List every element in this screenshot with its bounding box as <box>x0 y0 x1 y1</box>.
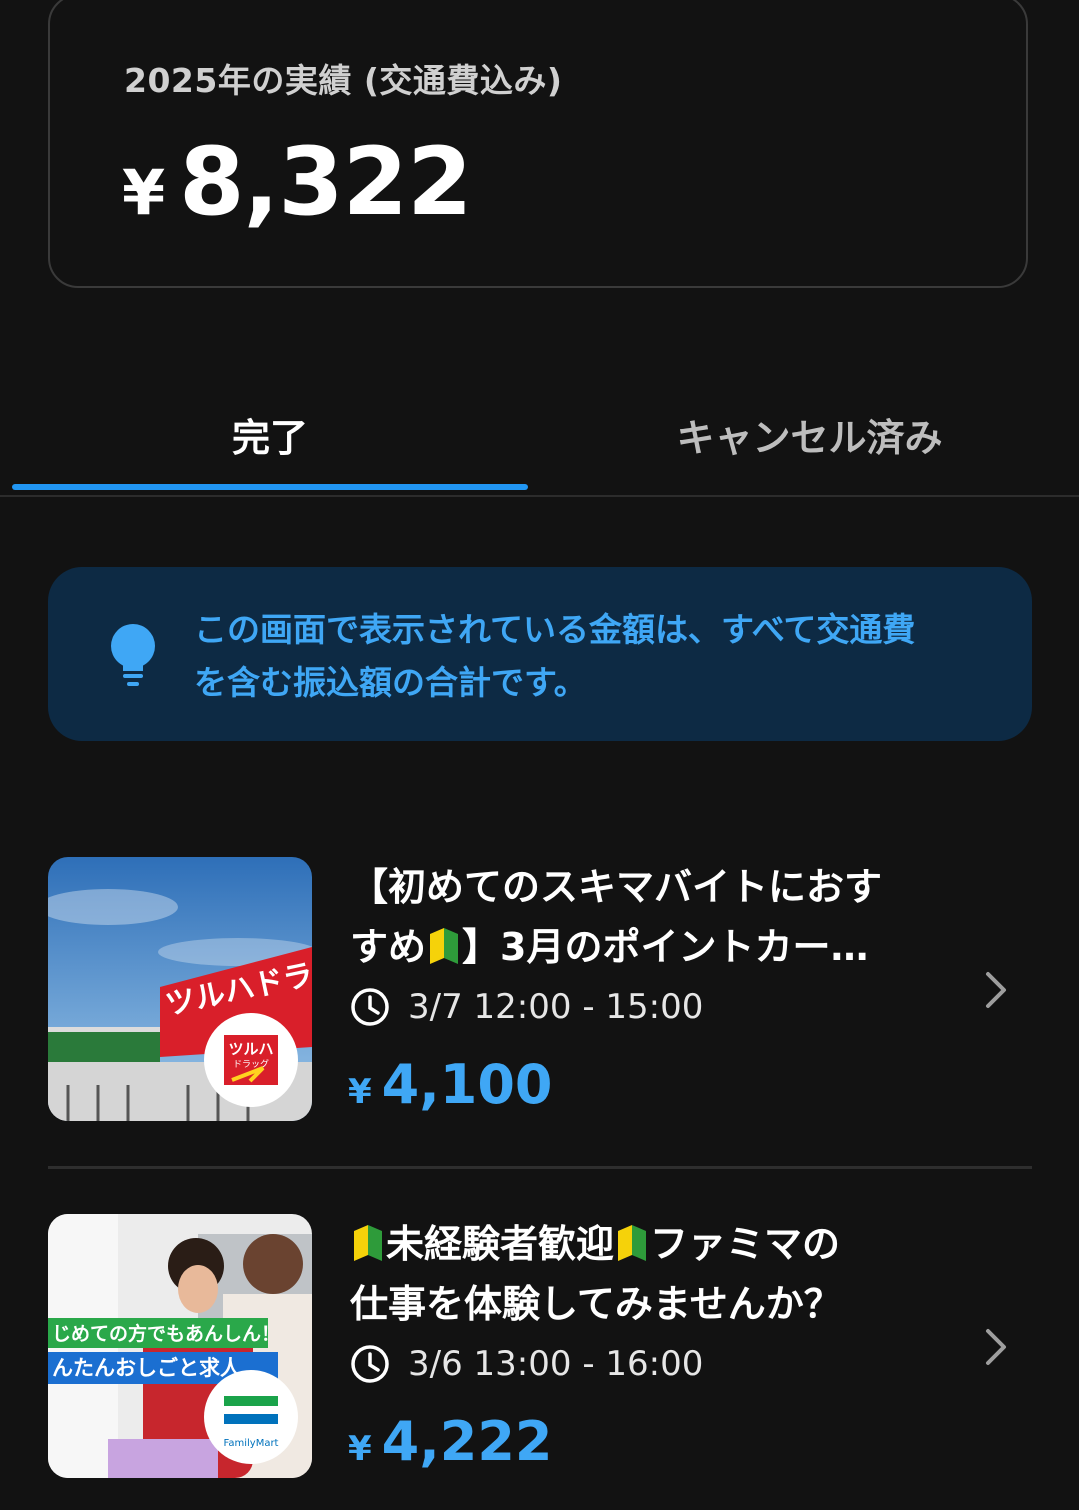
job-title-part: 【初めてのスキマバイトにおす <box>350 865 883 909</box>
thumb-banner-2: んたんおしごと求人 <box>52 1356 241 1380</box>
tab-cancelled[interactable]: キャンセル済み <box>540 380 1079 488</box>
job-title-part: 未経験者歓迎 <box>386 1222 615 1266</box>
thumb-banner-1: じめての方でもあんしん！ <box>52 1322 280 1345</box>
info-text-line1: この画面で表示されている金額は、すべて交通費 <box>194 610 916 649</box>
beginner-mark-icon <box>430 928 459 964</box>
tab-active-indicator <box>12 484 528 490</box>
info-text: この画面で表示されている金額は、すべて交通費 を含む振込額の合計です。 <box>194 603 984 709</box>
job-pay-value: 4,100 <box>381 1053 553 1116</box>
beginner-mark-icon <box>618 1225 647 1261</box>
clock-icon <box>351 988 389 1026</box>
summary-amount-value: 8,322 <box>179 128 472 237</box>
job-title: 未経験者歓迎 ファミマの 仕事を体験してみませんか？ <box>350 1214 960 1334</box>
job-time: 3/7 12:00 - 15:00 <box>350 987 703 1027</box>
job-pay-value: 4,222 <box>381 1410 553 1473</box>
summary-label: 2025年の実績 (交通費込み) <box>124 61 563 100</box>
job-thumbnail: ツルハドラッグ ツルハ ドラッグ <box>48 857 312 1121</box>
chevron-right-icon[interactable] <box>984 1327 1008 1367</box>
job-title-part: 仕事を体験してみませんか？ <box>350 1282 842 1326</box>
chevron-right-icon[interactable] <box>984 970 1008 1010</box>
summary-amount: ¥ 8,322 <box>122 128 472 237</box>
summary-currency: ¥ <box>122 156 166 229</box>
job-list-item[interactable]: ツルハドラッグ ツルハ ドラッグ 【初めてのスキマバイトにおす すめ 】3月のポイ… <box>48 857 1032 1123</box>
earnings-summary-card: 2025年の実績 (交通費込み) ¥ 8,322 <box>48 0 1028 288</box>
job-time: 3/6 13:00 - 16:00 <box>350 1344 703 1384</box>
tab-bar: 完了 キャンセル済み <box>0 380 1079 497</box>
job-title-part: 】3月のポイントカー… <box>462 925 869 969</box>
job-time-text: 3/7 12:00 - 15:00 <box>408 987 704 1027</box>
thumb-logo: FamilyMart <box>224 1438 279 1449</box>
info-text-line2: を含む振込額の合計です。 <box>194 663 587 702</box>
job-title-part: ファミマの <box>650 1222 841 1266</box>
lightbulb-icon <box>111 624 155 686</box>
job-thumbnail: じめての方でもあんしん！ んたんおしごと求人 FamilyMart <box>48 1214 312 1478</box>
job-pay: ¥ 4,222 <box>348 1410 552 1473</box>
job-title: 【初めてのスキマバイトにおす すめ 】3月のポイントカー… <box>350 857 960 977</box>
tab-completed[interactable]: 完了 <box>12 380 528 488</box>
job-time-text: 3/6 13:00 - 16:00 <box>408 1344 704 1384</box>
list-divider <box>48 1166 1032 1169</box>
info-banner: この画面で表示されている金額は、すべて交通費 を含む振込額の合計です。 <box>48 567 1032 741</box>
clock-icon <box>351 1345 389 1383</box>
job-pay: ¥ 4,100 <box>348 1053 552 1116</box>
job-list-item[interactable]: じめての方でもあんしん！ んたんおしごと求人 FamilyMart 未経験者歓迎… <box>48 1214 1032 1480</box>
job-pay-currency: ¥ <box>348 1429 372 1469</box>
job-pay-currency: ¥ <box>348 1072 372 1112</box>
thumb-logo-top: ツルハ <box>228 1040 273 1058</box>
job-title-part: すめ <box>350 925 427 969</box>
beginner-mark-icon <box>354 1225 382 1261</box>
